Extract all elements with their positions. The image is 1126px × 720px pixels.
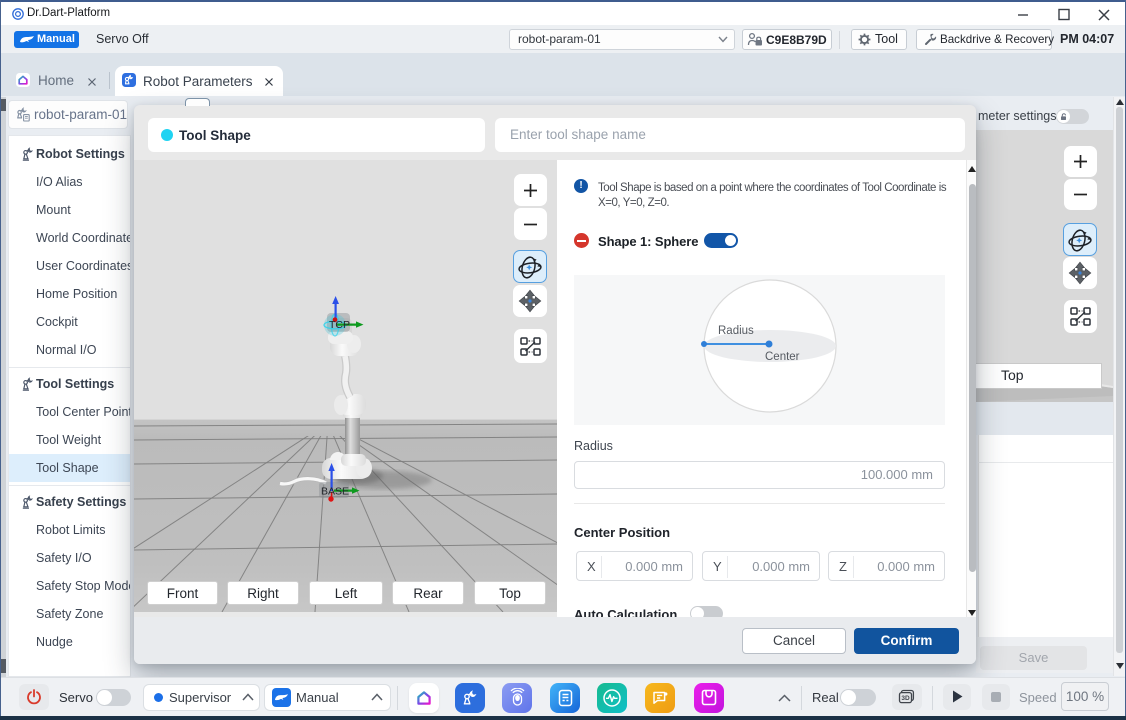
svg-text:BASE: BASE [321, 486, 349, 498]
svg-text:3D: 3D [901, 695, 910, 702]
svg-text:Center: Center [765, 351, 800, 363]
svg-text:TCP: TCP [329, 319, 350, 331]
svg-text:Radius: Radius [718, 325, 754, 337]
